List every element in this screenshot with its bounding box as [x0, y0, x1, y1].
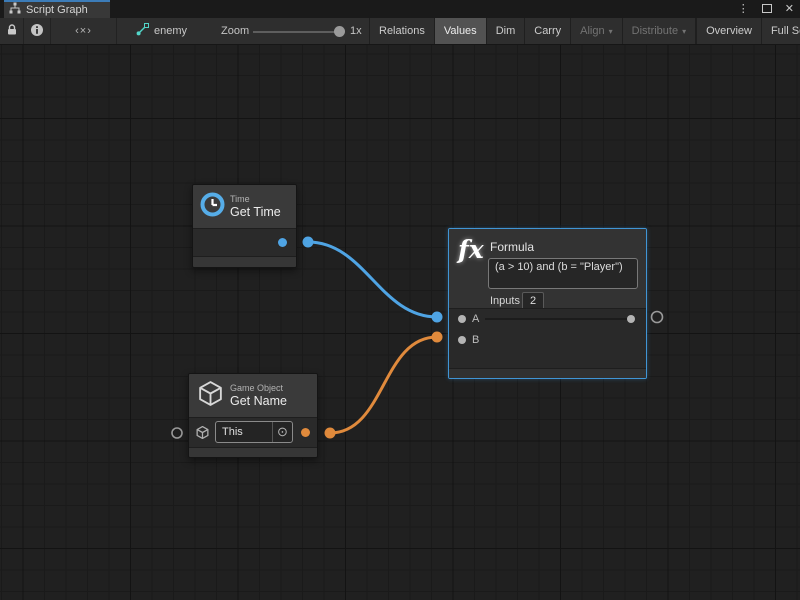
- formula-output-port-inner[interactable]: [627, 315, 635, 323]
- port-a-label: A: [472, 313, 479, 325]
- dim-button[interactable]: Dim: [486, 18, 525, 44]
- chevron-down-icon: ▾: [609, 27, 613, 36]
- target-object-field[interactable]: This ⊙: [215, 421, 293, 443]
- fx-icon: fx: [458, 235, 484, 264]
- get-name-footer: [189, 447, 317, 457]
- zoom-label: Zoom: [221, 25, 249, 37]
- graph-icon: [136, 23, 149, 39]
- node-get-time[interactable]: Time Get Time: [192, 184, 297, 268]
- zoom-value: 1x: [350, 25, 362, 37]
- cube-icon: [196, 379, 225, 413]
- object-picker-icon[interactable]: ⊙: [272, 422, 292, 442]
- formula-input-a-port[interactable]: [458, 315, 466, 323]
- get-time-header: Time Get Time: [193, 185, 296, 229]
- carry-button[interactable]: Carry: [524, 18, 570, 44]
- node-get-name[interactable]: Game Object Get Name This ⊙: [188, 373, 318, 458]
- hierarchy-icon: [9, 1, 21, 19]
- port-b-label: B: [472, 334, 479, 346]
- distribute-button[interactable]: Distribute ▾: [622, 18, 695, 44]
- info-icon: [30, 23, 44, 40]
- get-name-header: Game Object Get Name: [189, 374, 317, 418]
- graph-name: enemy: [154, 25, 187, 37]
- node-formula-selected[interactable]: fx Formula (a > 10) and (b = "Player") I…: [448, 228, 647, 379]
- node-title: Get Time: [230, 205, 281, 220]
- window-tab-bar: Script Graph ⋮ ✕: [0, 0, 800, 18]
- align-button[interactable]: Align ▾: [570, 18, 621, 44]
- chevron-down-icon: ▾: [682, 27, 686, 36]
- info-button[interactable]: [24, 18, 51, 44]
- get-name-body: This ⊙: [189, 418, 317, 447]
- values-button[interactable]: Values: [434, 18, 486, 44]
- clock-icon: [199, 191, 226, 223]
- zoom-slider-handle[interactable]: [334, 26, 345, 37]
- overview-button[interactable]: Overview: [696, 18, 761, 44]
- node-title: Formula: [490, 240, 534, 254]
- tab-script-graph[interactable]: Script Graph: [4, 0, 110, 18]
- formula-footer: [449, 368, 646, 379]
- formula-input-b-port[interactable]: [458, 336, 466, 344]
- lock-icon: [6, 23, 18, 39]
- target-object-value: This: [216, 426, 272, 438]
- get-time-footer: [193, 256, 296, 267]
- graph-toolbar: ‹×› enemy Zoom 1x Relations Values Dim C…: [0, 18, 800, 45]
- formula-header: fx Formula (a > 10) and (b = "Player") I…: [449, 229, 646, 308]
- tab-title: Script Graph: [26, 4, 88, 16]
- get-time-output-port[interactable]: [278, 238, 287, 247]
- graph-canvas[interactable]: [0, 45, 800, 600]
- formula-body: A B: [449, 308, 646, 368]
- zoom-slider-track[interactable]: [253, 31, 341, 33]
- cube-icon-small: [195, 425, 210, 445]
- window-maximize-icon[interactable]: [762, 0, 772, 18]
- graph-breadcrumb[interactable]: enemy: [136, 18, 187, 44]
- relations-button[interactable]: Relations: [369, 18, 434, 44]
- code-preview-button[interactable]: ‹×›: [51, 18, 117, 44]
- window-menu-icon[interactable]: ⋮: [738, 0, 749, 18]
- window-close-icon[interactable]: ✕: [785, 0, 794, 18]
- lock-button[interactable]: [0, 18, 24, 44]
- get-time-body: [193, 229, 296, 256]
- node-category: Game Object: [230, 383, 287, 394]
- inputs-label: Inputs: [490, 295, 520, 307]
- relation-line: [485, 318, 627, 320]
- fullscreen-button[interactable]: Full Screen: [761, 18, 800, 44]
- node-title: Get Name: [230, 394, 287, 409]
- get-name-output-port[interactable]: [301, 428, 310, 437]
- formula-expression-field[interactable]: (a > 10) and (b = "Player"): [488, 258, 638, 289]
- node-category: Time: [230, 194, 281, 205]
